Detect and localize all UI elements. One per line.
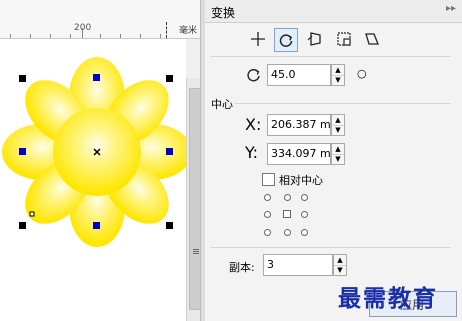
anchor-bottom-center[interactable] xyxy=(284,229,291,236)
flower-drawing[interactable] xyxy=(0,0,200,321)
anchor-top-center[interactable] xyxy=(284,194,291,201)
node-right xyxy=(166,148,173,155)
scale-mirror-mode-button[interactable] xyxy=(304,28,326,50)
anchor-middle-left[interactable] xyxy=(264,211,271,218)
spin-down-icon[interactable]: ▼ xyxy=(332,75,344,85)
degree-icon: ○ xyxy=(357,67,367,80)
spin-down-icon[interactable]: ▼ xyxy=(332,125,344,135)
rotation-angle-spinner[interactable]: ▲ ▼ xyxy=(331,64,345,86)
center-y-value: 334.097 mm xyxy=(271,147,331,160)
rotate-icon xyxy=(279,34,293,47)
relative-center-label: 相对中心 xyxy=(279,174,323,187)
separator xyxy=(211,247,451,248)
move-mode-button[interactable] xyxy=(247,28,269,50)
panel-title: 变换 xyxy=(211,6,236,20)
rotation-angle-value: 45.0 xyxy=(271,68,296,81)
separator xyxy=(211,56,451,57)
node-left xyxy=(19,148,26,155)
move-icon xyxy=(251,32,265,46)
spin-down-icon[interactable]: ▼ xyxy=(334,265,346,275)
anchor-top-right[interactable] xyxy=(301,194,308,201)
skew-mode-button[interactable] xyxy=(361,28,383,50)
rotation-angle-icon xyxy=(247,69,260,82)
anchor-top-left[interactable] xyxy=(264,194,271,201)
handle-top-left xyxy=(19,75,26,82)
center-x-label: X: xyxy=(245,115,262,134)
size-icon xyxy=(337,32,351,46)
vertical-scrollbar[interactable] xyxy=(186,78,201,321)
separator xyxy=(235,103,451,104)
node-top xyxy=(93,74,100,81)
center-x-input[interactable]: 206.387 mm xyxy=(267,114,331,136)
handle-bottom-left xyxy=(19,222,26,229)
center-section-label: 中心 xyxy=(211,98,233,111)
skew-icon xyxy=(365,33,379,45)
anchor-middle-right[interactable] xyxy=(301,211,308,218)
rotate-mode-button[interactable] xyxy=(274,28,298,52)
relative-center-checkbox[interactable] xyxy=(262,173,275,186)
handle-bottom-right xyxy=(166,222,173,229)
center-x-value: 206.387 mm xyxy=(271,118,331,131)
copies-value: 3 xyxy=(267,258,274,271)
center-x-spinner[interactable]: ▲ ▼ xyxy=(331,114,345,136)
center-y-spinner[interactable]: ▲ ▼ xyxy=(331,143,345,165)
rotation-angle-input[interactable]: 45.0 xyxy=(267,64,331,86)
node-bottom xyxy=(93,222,100,229)
rotation-origin-marker xyxy=(29,211,35,217)
expand-icon[interactable]: ▸▸ xyxy=(446,3,456,14)
transform-panel: 变换 ▸▸ 45.0 ▲ ▼ ○ 中心 X: 206.387 m ▲ ▼ Y: … xyxy=(205,0,462,321)
anchor-bottom-left[interactable] xyxy=(264,229,271,236)
panel-header: 变换 ▸▸ xyxy=(205,0,462,23)
size-mode-button[interactable] xyxy=(333,28,355,50)
spin-down-icon[interactable]: ▼ xyxy=(332,154,344,164)
handle-top-right xyxy=(166,75,173,82)
drawing-canvas[interactable]: 200 毫米 xyxy=(0,0,200,321)
scale-mirror-icon xyxy=(307,32,321,46)
copies-input[interactable]: 3 xyxy=(263,254,333,276)
anchor-bottom-right[interactable] xyxy=(301,229,308,236)
watermark-text: 最需教育 xyxy=(338,285,438,312)
center-y-label: Y: xyxy=(245,143,259,162)
anchor-center[interactable] xyxy=(283,210,291,218)
copies-spinner[interactable]: ▲ ▼ xyxy=(333,254,347,276)
center-y-input[interactable]: 334.097 mm xyxy=(267,143,331,165)
copies-label: 副本: xyxy=(229,261,255,274)
